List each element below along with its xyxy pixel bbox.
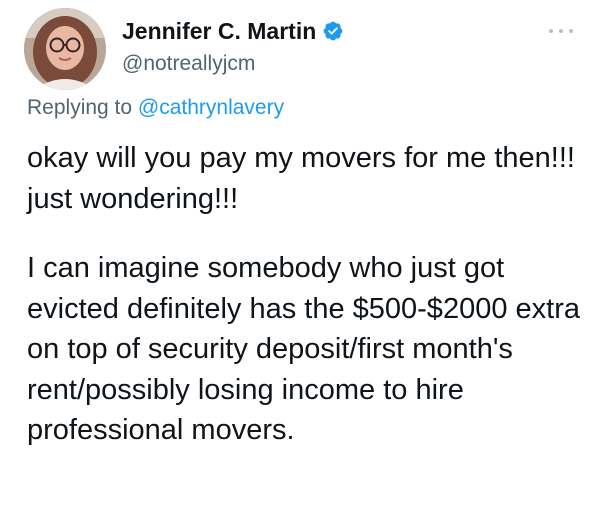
more-options-icon[interactable]	[546, 24, 576, 36]
replying-to-label: Replying to	[27, 96, 133, 119]
tweet-card: Jennifer C. Martin @notreallyjcm Replyin…	[0, 0, 599, 518]
author-display-name[interactable]: Jennifer C. Martin	[122, 18, 316, 45]
tweet-text-paragraph-2: I can imagine somebody who just got evic…	[27, 252, 580, 446]
author-handle[interactable]: @notreallyjcm	[122, 52, 255, 76]
avatar[interactable]	[24, 8, 106, 90]
verified-badge-icon	[322, 20, 344, 42]
avatar-image	[24, 8, 106, 90]
reply-mention-link[interactable]: @cathrynlavery	[138, 96, 284, 119]
replying-to-line: Replying to @cathrynlavery	[27, 96, 284, 120]
author-name-row: Jennifer C. Martin	[122, 16, 344, 46]
tweet-text-paragraph-1: okay will you pay my movers for me then!…	[27, 142, 575, 215]
